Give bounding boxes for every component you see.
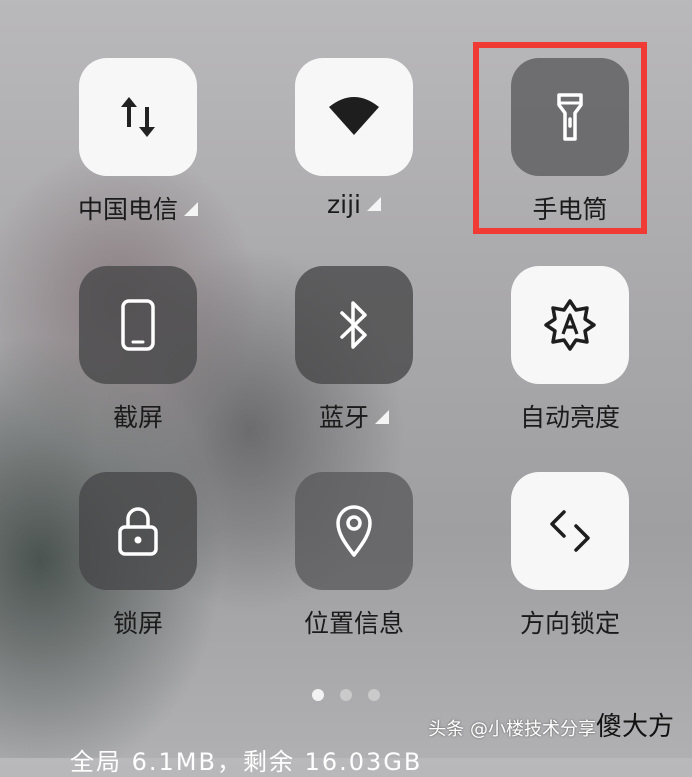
watermark-logo: 傻大方 <box>595 712 674 742</box>
rotation-lock-button[interactable] <box>511 472 629 590</box>
signal-indicator-icon <box>184 202 198 216</box>
storage-status: 全局 6.1MB，剩余 16.03GB <box>70 748 423 776</box>
tile-rotation-lock[interactable]: 方向锁定 <box>470 472 670 672</box>
tile-lock-screen[interactable]: 锁屏 <box>38 472 238 672</box>
tile-location[interactable]: 位置信息 <box>254 472 454 672</box>
bluetooth-button[interactable] <box>295 266 413 384</box>
tile-label: 位置信息 <box>303 609 404 638</box>
wifi-icon <box>326 95 382 139</box>
lock-icon <box>116 505 160 557</box>
tile-mobile-data[interactable]: 中国电信 <box>38 58 238 258</box>
location-pin-icon <box>334 504 374 558</box>
watermark-text: 头条 @小楼技术分享 <box>428 719 596 740</box>
tile-bluetooth[interactable]: 蓝牙 <box>254 266 454 466</box>
auto-brightness-icon <box>543 298 597 352</box>
mobile-data-icon <box>116 93 160 141</box>
wifi-button[interactable] <box>295 58 413 176</box>
page-dot-1[interactable] <box>312 689 324 701</box>
tile-label: 截屏 <box>112 403 163 432</box>
location-button[interactable] <box>295 472 413 590</box>
tile-label: 蓝牙 <box>254 398 454 434</box>
watermark: 头条 @小楼技术分享傻大方 <box>428 706 674 743</box>
highlight-box <box>473 42 647 234</box>
phone-screenshot-icon <box>120 298 156 352</box>
page-dot-3[interactable] <box>368 689 380 701</box>
mobile-data-button[interactable] <box>79 58 197 176</box>
tile-screenshot[interactable]: 截屏 <box>38 266 238 466</box>
tile-label: ziji <box>254 190 454 219</box>
signal-indicator-icon <box>366 197 381 211</box>
auto-brightness-button[interactable] <box>511 266 629 384</box>
bluetooth-icon <box>336 298 372 352</box>
tile-label: 锁屏 <box>112 609 163 638</box>
page-dot-2[interactable] <box>340 689 352 701</box>
tile-label: 方向锁定 <box>519 609 620 638</box>
lock-screen-button[interactable] <box>79 472 197 590</box>
rotation-lock-icon <box>545 506 595 556</box>
screenshot-button[interactable] <box>79 266 197 384</box>
tile-label: 中国电信 <box>38 190 238 226</box>
page-indicator <box>0 686 692 705</box>
tile-label: 自动亮度 <box>519 403 620 432</box>
signal-indicator-icon <box>375 410 389 424</box>
tile-auto-brightness[interactable]: 自动亮度 <box>470 266 670 466</box>
tile-wifi[interactable]: ziji <box>254 58 454 258</box>
